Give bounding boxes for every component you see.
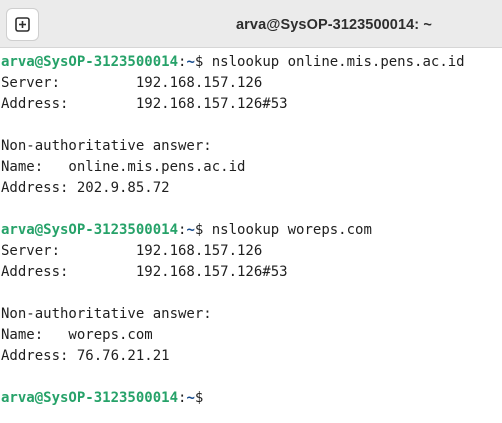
new-tab-button[interactable] xyxy=(6,8,39,41)
prompt-line: arva@SysOP-3123500014:~$ nslookup woreps… xyxy=(1,220,501,241)
output-line: Address: 76.76.21.21 xyxy=(1,348,170,364)
terminal-window: arva@SysOP-3123500014: ~ arva@SysOP-3123… xyxy=(0,0,502,423)
plus-square-icon xyxy=(15,17,30,32)
prompt-line: arva@SysOP-3123500014:~$ nslookup online… xyxy=(1,52,501,73)
title-bar: arva@SysOP-3123500014: ~ xyxy=(0,0,502,48)
command-text: nslookup woreps.com xyxy=(211,222,372,238)
window-title: arva@SysOP-3123500014: ~ xyxy=(236,17,432,33)
prompt-symbol: $ xyxy=(194,222,212,238)
prompt-user: arva@SysOP-3123500014 xyxy=(1,222,179,238)
output-line: Non-authoritative answer: xyxy=(1,138,212,154)
command-text: nslookup online.mis.pens.ac.id xyxy=(211,54,465,70)
output-line: Address: 202.9.85.72 xyxy=(1,180,170,196)
output-line: Non-authoritative answer: xyxy=(1,306,212,322)
output-line: Name: woreps.com xyxy=(1,327,153,343)
prompt-symbol: $ xyxy=(194,390,212,406)
output-line: Server: 192.168.157.126 xyxy=(1,75,263,91)
output-line: Address: 192.168.157.126#53 xyxy=(1,264,288,280)
output-line: Name: online.mis.pens.ac.id xyxy=(1,159,246,175)
output-line: Address: 192.168.157.126#53 xyxy=(1,96,288,112)
prompt-path: ~ xyxy=(186,222,195,238)
prompt-user: arva@SysOP-3123500014 xyxy=(1,54,179,70)
prompt-user: arva@SysOP-3123500014 xyxy=(1,390,179,406)
prompt-path: ~ xyxy=(186,390,195,406)
prompt-symbol: $ xyxy=(194,54,212,70)
output-line: Server: 192.168.157.126 xyxy=(1,243,263,259)
terminal-output[interactable]: arva@SysOP-3123500014:~$ nslookup online… xyxy=(1,52,501,409)
prompt-path: ~ xyxy=(186,54,195,70)
prompt-line: arva@SysOP-3123500014:~$ xyxy=(1,388,501,409)
